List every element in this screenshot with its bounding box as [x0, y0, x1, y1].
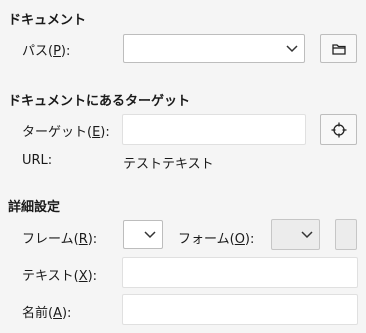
- chevron-down-icon: [144, 230, 156, 238]
- url-value: テストテキスト: [123, 157, 214, 172]
- advanced-heading: 詳細設定: [8, 200, 61, 215]
- text-input[interactable]: [122, 257, 358, 288]
- folder-icon: [331, 43, 346, 55]
- form-extra-button[interactable]: [335, 219, 357, 250]
- path-label: パス(P):: [22, 44, 71, 59]
- target-section-heading: ドキュメントにあるターゲット: [8, 94, 191, 109]
- target-input[interactable]: [122, 114, 306, 145]
- form-label: フォーム(O):: [178, 232, 255, 247]
- name-label: 名前(A):: [22, 306, 72, 321]
- target-in-document-button[interactable]: [320, 114, 357, 145]
- open-file-button[interactable]: [320, 34, 357, 63]
- target-label: ターゲット(E):: [22, 125, 110, 140]
- path-combobox[interactable]: [123, 34, 305, 63]
- frame-combobox[interactable]: [123, 220, 163, 249]
- chevron-down-icon: [301, 230, 313, 238]
- chevron-down-icon: [286, 44, 298, 52]
- url-label: URL:: [22, 153, 53, 168]
- frame-label: フレーム(R):: [22, 232, 98, 247]
- name-input[interactable]: [122, 294, 358, 325]
- text-label: テキスト(X):: [22, 269, 98, 284]
- crosshair-icon: [331, 122, 346, 137]
- form-combobox[interactable]: [271, 219, 320, 250]
- document-heading: ドキュメント: [8, 13, 87, 28]
